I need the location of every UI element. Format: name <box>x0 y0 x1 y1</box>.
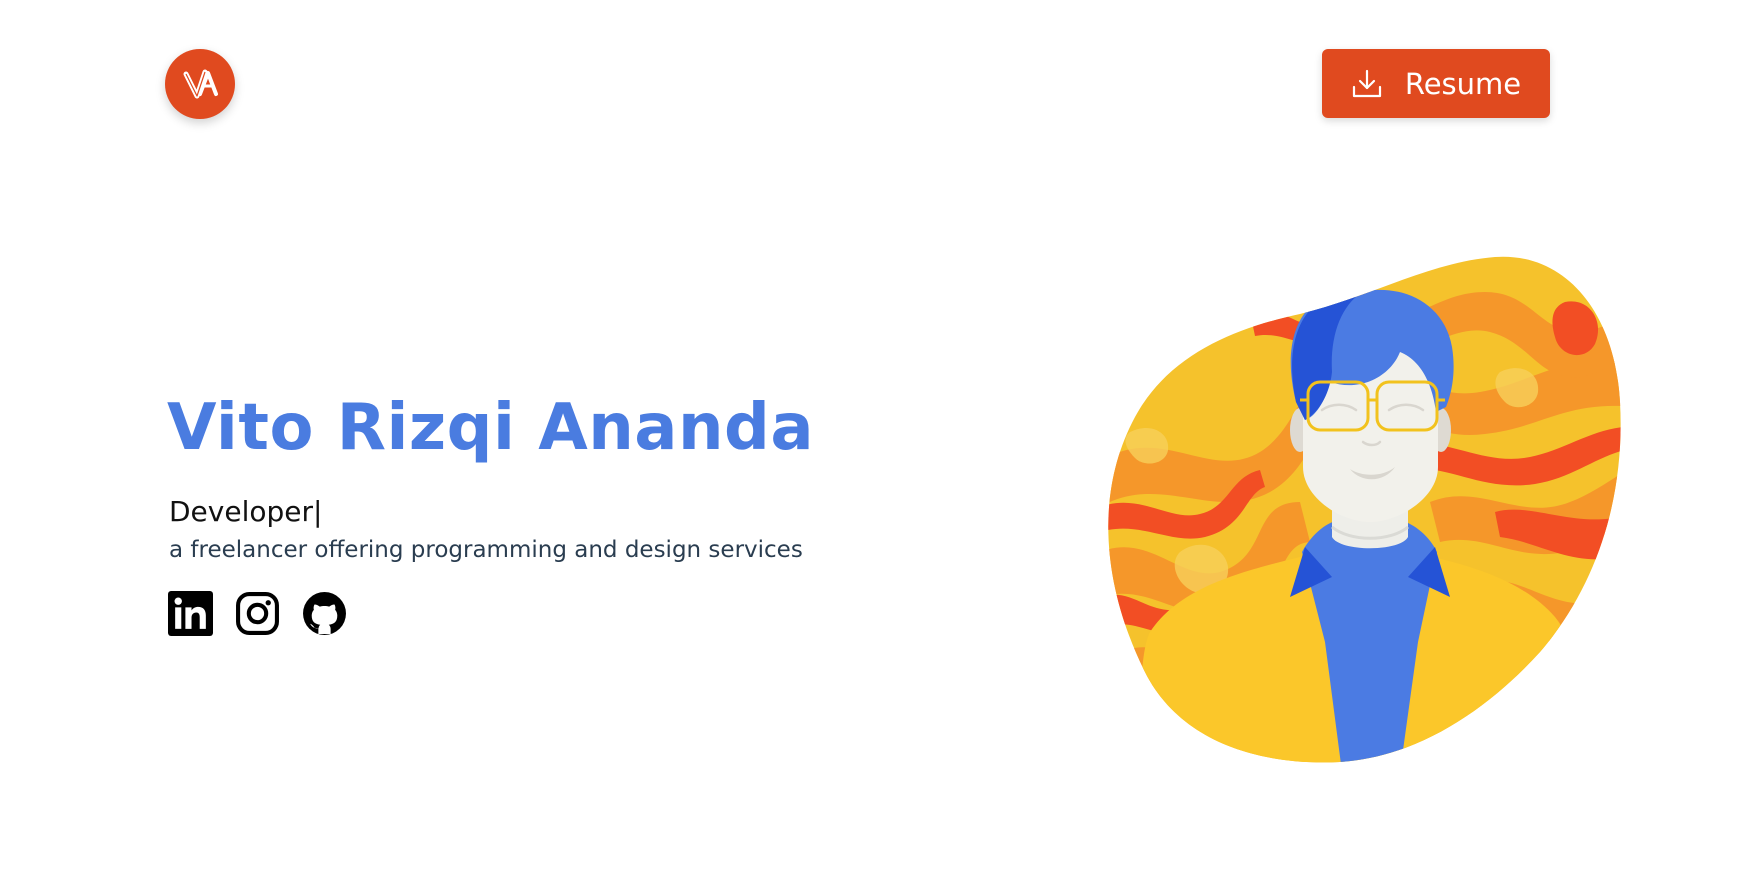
role-text: Developer <box>169 495 314 528</box>
page-title: Vito Rizqi Ananda <box>167 391 815 465</box>
va-monogram-logo-icon <box>183 69 218 99</box>
download-icon <box>1352 69 1381 97</box>
instagram-icon[interactable] <box>235 591 280 636</box>
developer-avatar-illustration <box>1108 256 1621 763</box>
linkedin-icon[interactable] <box>168 591 213 636</box>
typing-caret: | <box>313 495 323 528</box>
github-icon[interactable] <box>302 591 347 636</box>
social-links <box>168 591 347 636</box>
tagline: a freelancer offering programming and de… <box>169 537 803 563</box>
logo[interactable] <box>165 49 235 119</box>
role-typewriter: Developer| <box>169 495 322 529</box>
resume-button-label: Resume <box>1404 66 1522 101</box>
resume-button[interactable]: Resume <box>1322 49 1550 118</box>
